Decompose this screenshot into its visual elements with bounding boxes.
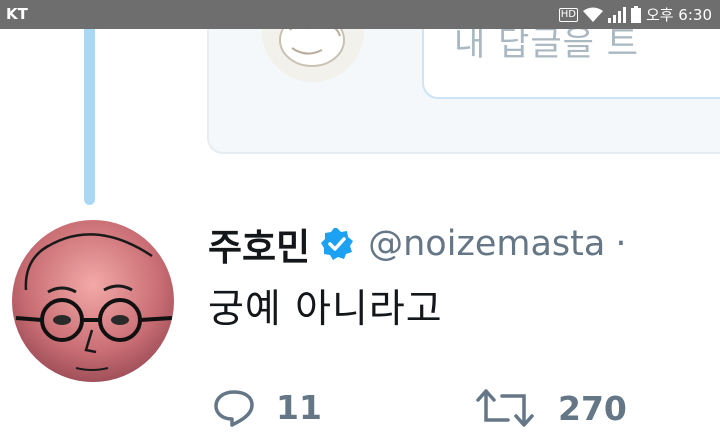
retweet-icon: [476, 389, 534, 427]
display-name[interactable]: 주호민: [208, 217, 310, 271]
user-avatar[interactable]: [12, 220, 174, 382]
battery-icon: [630, 6, 641, 23]
reply-count: 11: [276, 388, 322, 427]
signal-icon: [607, 6, 626, 23]
verified-badge-icon: [321, 228, 354, 260]
carrier-label: KT: [6, 5, 28, 23]
reply-button[interactable]: 11: [214, 388, 322, 427]
status-icons: HD 오후 6:30: [558, 4, 712, 25]
wifi-icon: [582, 7, 603, 22]
retweet-count: 270: [558, 388, 627, 428]
reply-icon: [214, 389, 254, 427]
profile-photo-icon: [12, 220, 174, 382]
tweet-header: 주호민 @noizemasta ·: [208, 216, 626, 272]
clock: 오후 6:30: [645, 6, 712, 24]
thread-connector-line: [84, 0, 95, 205]
status-bar: KT HD 오후 6:30: [0, 0, 720, 29]
header-separator: ·: [615, 224, 627, 264]
retweet-button[interactable]: 270: [474, 388, 627, 428]
tweet-text: 궁예 아니라고: [208, 287, 443, 332]
user-handle[interactable]: @noizemasta: [368, 224, 605, 264]
hd-voice-icon: HD: [558, 7, 578, 22]
